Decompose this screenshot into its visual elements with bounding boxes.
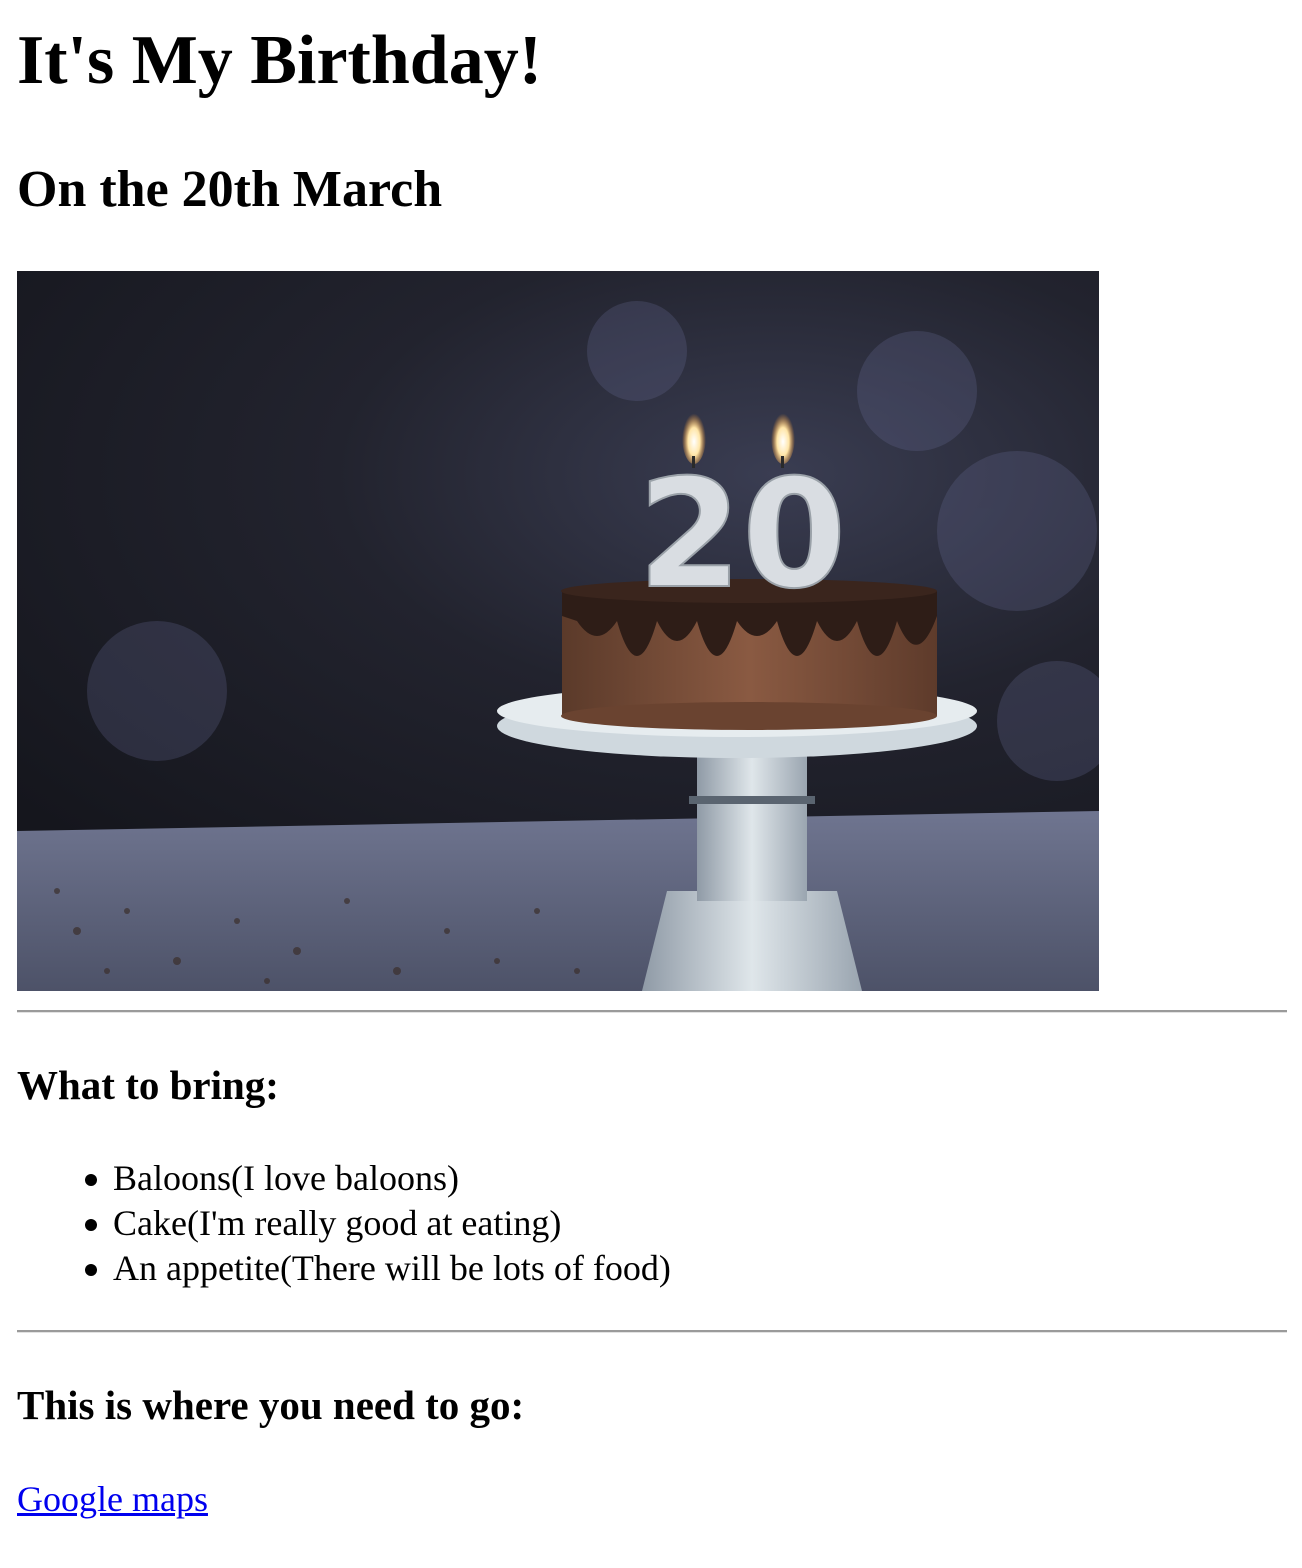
svg-text:20: 20 [638,448,847,622]
page-title: It's My Birthday! [17,22,542,99]
bullet-icon [85,1174,97,1186]
bullet-icon [85,1219,97,1231]
list-item-text: An appetite(There will be lots of food) [113,1248,671,1288]
list-item: An appetite(There will be lots of food) [85,1246,671,1291]
list-item-text: Baloons(I love baloons) [113,1158,459,1198]
section-divider [17,1010,1287,1013]
bring-list: Baloons(I love baloons) Cake(I'm really … [17,1156,671,1291]
bring-heading: What to bring: [17,1062,279,1108]
location-heading: This is where you need to go: [17,1382,525,1428]
list-item: Baloons(I love baloons) [85,1156,671,1201]
google-maps-link[interactable]: Google maps [17,1476,208,1522]
list-item: Cake(I'm really good at eating) [85,1201,671,1246]
birthday-cake-image: 20 [17,271,1099,991]
list-item-text: Cake(I'm really good at eating) [113,1203,562,1243]
page-subtitle: On the 20th March [17,161,443,218]
bullet-icon [85,1264,97,1276]
section-divider [17,1330,1287,1333]
